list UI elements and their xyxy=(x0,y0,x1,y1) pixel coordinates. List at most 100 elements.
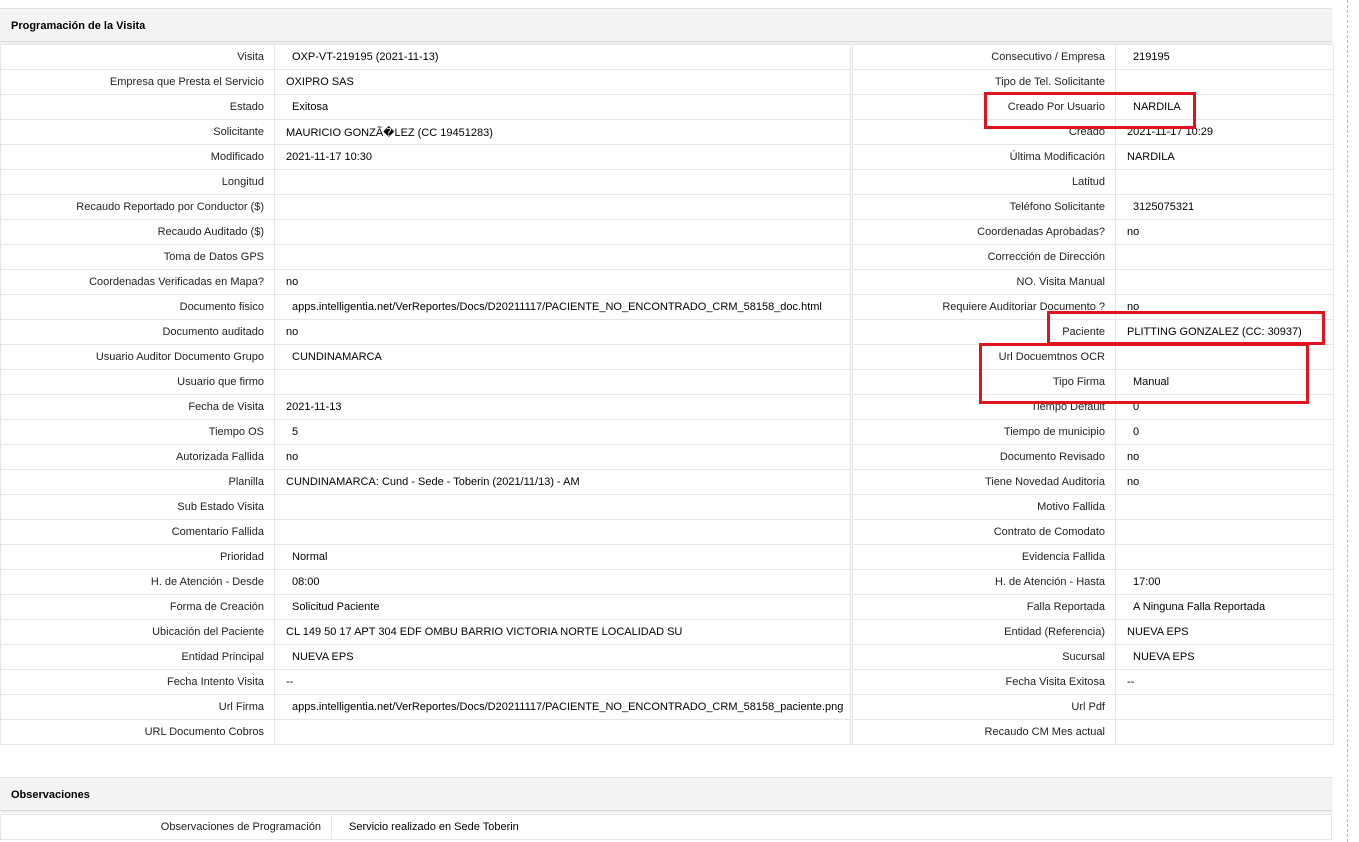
field-label: Forma de Creación xyxy=(0,594,275,620)
field-value: 219195 xyxy=(1115,44,1334,70)
field-label: Fecha de Visita xyxy=(0,394,275,420)
field-value xyxy=(1115,169,1334,195)
table-row: Comentario Fallida Contrato de Comodato xyxy=(0,519,1334,545)
field-label: URL Documento Cobros xyxy=(0,719,275,745)
field-value: no xyxy=(1115,444,1334,470)
table-row: Toma de Datos GPS Corrección de Dirección xyxy=(0,244,1334,270)
field-label: Fecha Intento Visita xyxy=(0,669,275,695)
field-label: Autorizada Fallida xyxy=(0,444,275,470)
field-label: H. de Atención - Hasta xyxy=(852,569,1116,595)
field-value: CL 149 50 17 APT 304 EDF OMBU BARRIO VIC… xyxy=(274,619,851,645)
field-value: Exitosa xyxy=(274,94,851,120)
field-value xyxy=(274,219,851,245)
field-value: no xyxy=(1115,469,1334,495)
field-label: Usuario que firmo xyxy=(0,369,275,395)
field-value: 2021-11-13 xyxy=(274,394,851,420)
table-row: Modificado 2021-11-17 10:30 Última Modific… xyxy=(0,144,1334,170)
section-header-observaciones: Observaciones xyxy=(0,777,1332,811)
field-label: Estado xyxy=(0,94,275,120)
field-label: Teléfono Solicitante xyxy=(852,194,1116,220)
field-value xyxy=(274,194,851,220)
field-label: Tiempo de municipio xyxy=(852,419,1116,445)
table-row: Ubicación del Paciente CL 149 50 17 APT 3… xyxy=(0,619,1334,645)
field-label: Recaudo CM Mes actual xyxy=(852,719,1116,745)
highlight-box-paciente xyxy=(1047,311,1325,345)
table-row: Sub Estado Visita Motivo Fallida xyxy=(0,494,1334,520)
field-label: Fecha Visita Exitosa xyxy=(852,669,1116,695)
field-value: Normal xyxy=(274,544,851,570)
field-value xyxy=(274,169,851,195)
field-value xyxy=(1115,694,1334,720)
table-row: Autorizada Fallida no Documento Revisado no xyxy=(0,444,1334,470)
section-header-programacion: Programación de la Visita xyxy=(0,8,1332,42)
field-label: Longitud xyxy=(0,169,275,195)
table-row: Empresa que Presta el Servicio OXIPRO SAS… xyxy=(0,69,1334,95)
observations-title: Observaciones xyxy=(11,789,90,801)
field-value: apps.intelligentia.net/VerReportes/Docs/… xyxy=(274,694,851,720)
field-value: CUNDINAMARCA: Cund - Sede - Toberin (202… xyxy=(274,469,851,495)
field-label: Url Firma xyxy=(0,694,275,720)
table-row: Url Firma apps.intelligentia.net/VerRepor… xyxy=(0,694,1334,720)
table-row: Entidad Principal NUEVA EPS Sucursal NUEVA … xyxy=(0,644,1334,670)
field-value: -- xyxy=(1115,669,1334,695)
field-value: apps.intelligentia.net/VerReportes/Docs/… xyxy=(274,294,851,320)
field-value xyxy=(274,369,851,395)
field-value: 08:00 xyxy=(274,569,851,595)
field-value: OXP-VT-219195 (2021-11-13) xyxy=(274,44,851,70)
field-value: OXIPRO SAS xyxy=(274,69,851,95)
observations-table: Observaciones de Programación Servicio r… xyxy=(0,814,1332,840)
field-value: no xyxy=(274,444,851,470)
highlight-box-tipo-firma xyxy=(979,343,1309,404)
field-label: Documento auditado xyxy=(0,319,275,345)
field-value: 17:00 xyxy=(1115,569,1334,595)
section-title: Programación de la Visita xyxy=(11,20,146,32)
field-label: Falla Reportada xyxy=(852,594,1116,620)
table-row: Planilla CUNDINAMARCA: Cund - Sede - Tobe… xyxy=(0,469,1334,495)
field-label: Toma de Datos GPS xyxy=(0,244,275,270)
field-value: -- xyxy=(274,669,851,695)
field-label: Tiempo OS xyxy=(0,419,275,445)
field-label: Observaciones de Programación xyxy=(0,814,332,840)
table-row: Prioridad Normal Evidencia Fallida xyxy=(0,544,1334,570)
field-label: Coordenadas Aprobadas? xyxy=(852,219,1116,245)
field-label: Recaudo Auditado ($) xyxy=(0,219,275,245)
field-label: Tipo de Tel. Solicitante xyxy=(852,69,1116,95)
field-value: 0 xyxy=(1115,419,1334,445)
field-value xyxy=(1115,544,1334,570)
table-row: URL Documento Cobros Recaudo CM Mes actua… xyxy=(0,719,1334,745)
field-label: Documento fisico xyxy=(0,294,275,320)
table-row: Coordenadas Verificadas en Mapa? no NO. Vi… xyxy=(0,269,1334,295)
field-label: Tiene Novedad Auditoria xyxy=(852,469,1116,495)
field-value: 2021-11-17 10:30 xyxy=(274,144,851,170)
field-label: Modificado xyxy=(0,144,275,170)
field-label: Visita xyxy=(0,44,275,70)
field-value xyxy=(1115,69,1334,95)
highlight-box-creado-por-usuario xyxy=(984,92,1196,129)
table-row: Observaciones de Programación Servicio r… xyxy=(0,814,1332,840)
field-label: Ubicación del Paciente xyxy=(0,619,275,645)
field-label: NO. Visita Manual xyxy=(852,269,1116,295)
field-value: CUNDINAMARCA xyxy=(274,344,851,370)
field-value xyxy=(274,719,851,745)
field-value: Servicio realizado en Sede Toberin xyxy=(331,814,1332,840)
field-label: Comentario Fallida xyxy=(0,519,275,545)
field-value: no xyxy=(1115,219,1334,245)
field-label: Entidad Principal xyxy=(0,644,275,670)
field-value xyxy=(1115,269,1334,295)
field-value: no xyxy=(274,319,851,345)
field-value xyxy=(1115,519,1334,545)
table-row: Fecha Intento Visita -- Fecha Visita Exito… xyxy=(0,669,1334,695)
field-value xyxy=(274,494,851,520)
field-value: 3125075321 xyxy=(1115,194,1334,220)
table-row: H. de Atención - Desde 08:00 H. de Atenció… xyxy=(0,569,1334,595)
field-value xyxy=(274,244,851,270)
table-row: Visita OXP-VT-219195 (2021-11-13) Consecut… xyxy=(0,44,1334,70)
field-label: Recaudo Reportado por Conductor ($) xyxy=(0,194,275,220)
field-value: NUEVA EPS xyxy=(1115,644,1334,670)
field-label: Planilla xyxy=(0,469,275,495)
field-value xyxy=(1115,244,1334,270)
field-value: A Ninguna Falla Reportada xyxy=(1115,594,1334,620)
field-value: Solicitud Paciente xyxy=(274,594,851,620)
field-value xyxy=(1115,494,1334,520)
field-label: Documento Revisado xyxy=(852,444,1116,470)
